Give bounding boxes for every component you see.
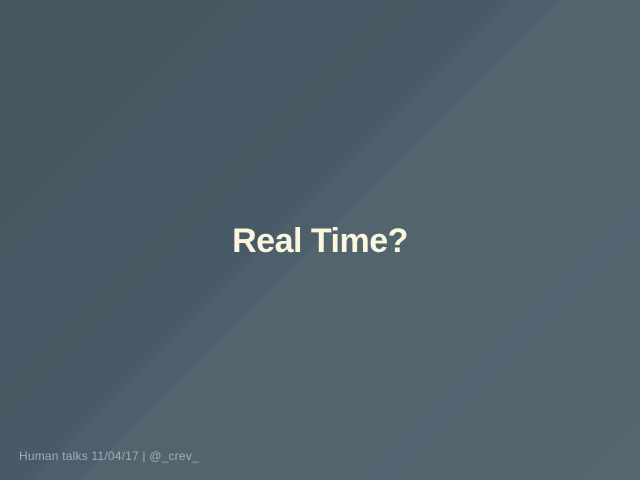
slide: Real Time? Human talks 11/04/17 | @_crev… (0, 0, 640, 480)
slide-footer: Human talks 11/04/17 | @_crev_ (19, 449, 199, 463)
slide-title: Real Time? (232, 222, 408, 260)
